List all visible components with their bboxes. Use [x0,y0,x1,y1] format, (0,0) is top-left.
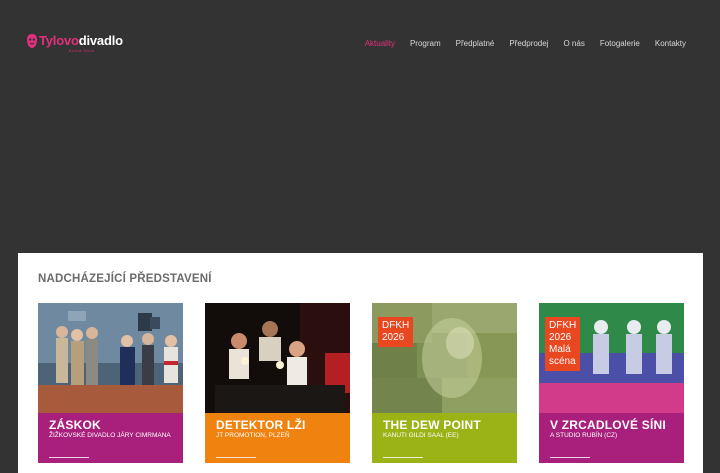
nav-item-predprodej[interactable]: Předprodej [509,39,548,48]
show-company: JT PROMOTION, PLZEŇ [216,432,290,439]
show-company: ŽIŽKOVSKÉ DIVADLO JÁRY CIMRMANA [49,432,171,439]
show-image: DFKH 2026 [372,303,517,413]
show-title: THE DEW POINT [383,418,481,432]
card-divider [49,457,89,458]
show-image [38,303,183,413]
site-header: Tylovodivadlo Kutná Hora Aktuality Progr… [0,0,720,90]
festival-badge: DFKH 2026 Malá scéna [545,317,581,371]
show-info: DETEKTOR LŽI JT PROMOTION, PLZEŇ [205,413,350,463]
show-card-detektor-lzi[interactable]: DETEKTOR LŽI JT PROMOTION, PLZEŇ [205,303,350,463]
nav-item-o-nas[interactable]: O nás [563,39,584,48]
show-image: DFKH 2026 Malá scéna [539,303,684,413]
section-title: NADCHÁZEJÍCÍ PŘEDSTAVENÍ [38,273,212,285]
show-title: ZÁSKOK [49,418,101,432]
nav-item-kontakty[interactable]: Kontakty [655,39,686,48]
show-card-the-dew-point[interactable]: DFKH 2026 THE DEW POINT KANUTI GILDI SAA… [372,303,517,463]
upcoming-panel: NADCHÁZEJÍCÍ PŘEDSTAVENÍ ZÁSKOK ŽIŽKOVSK… [18,253,703,473]
logo-wordmark: Tylovodivadlo [39,33,123,48]
nav-item-fotogalerie[interactable]: Fotogalerie [600,39,640,48]
main-nav: Aktuality Program Předplatné Předprodej … [350,39,686,48]
nav-item-predplatne[interactable]: Předplatné [456,39,495,48]
logo-part-1: Tylovo [39,33,79,48]
show-title: V ZRCADLOVÉ SÍNI [550,418,666,432]
nav-item-aktuality[interactable]: Aktuality [365,39,395,48]
card-list: ZÁSKOK ŽIŽKOVSKÉ DIVADLO JÁRY CIMRMANA D… [38,303,684,463]
card-divider [383,457,423,458]
show-info: ZÁSKOK ŽIŽKOVSKÉ DIVADLO JÁRY CIMRMANA [38,413,183,463]
show-company: A STUDIO RUBÍN (CZ) [550,432,618,439]
site-logo[interactable]: Tylovodivadlo Kutná Hora [26,33,123,53]
show-company: KANUTI GILDI SAAL (EE) [383,432,459,439]
show-title: DETEKTOR LŽI [216,418,306,432]
logo-part-2: divadlo [78,33,123,48]
card-divider [550,457,590,458]
show-info: V ZRCADLOVÉ SÍNI A STUDIO RUBÍN (CZ) [539,413,684,463]
festival-badge: DFKH 2026 [378,317,414,347]
show-info: THE DEW POINT KANUTI GILDI SAAL (EE) [372,413,517,463]
show-image [205,303,350,413]
mask-logo-icon [27,34,37,48]
card-divider [216,457,256,458]
logo-subtitle: Kutná Hora [69,48,95,53]
show-card-zaskok[interactable]: ZÁSKOK ŽIŽKOVSKÉ DIVADLO JÁRY CIMRMANA [38,303,183,463]
nav-item-program[interactable]: Program [410,39,441,48]
show-card-v-zrcadlove-sini[interactable]: DFKH 2026 Malá scéna V ZRCADLOVÉ SÍNI A … [539,303,684,463]
